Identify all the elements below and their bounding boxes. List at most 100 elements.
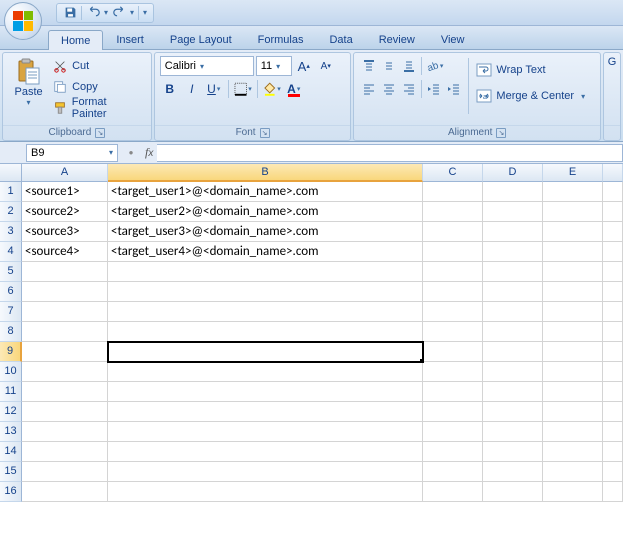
paste-dropdown-icon[interactable]: ▾ <box>27 98 31 107</box>
cell-B11[interactable] <box>108 382 423 402</box>
row-header[interactable]: 16 <box>0 482 22 502</box>
cell-A14[interactable] <box>22 442 108 462</box>
tab-review[interactable]: Review <box>366 29 428 49</box>
cell-overflow[interactable] <box>603 442 623 462</box>
redo-icon[interactable] <box>112 6 126 20</box>
cell-E2[interactable] <box>543 202 603 222</box>
fill-color-button[interactable]: ▾ <box>262 79 282 99</box>
undo-dropdown-icon[interactable]: ▾ <box>104 8 108 17</box>
row-header[interactable]: 11 <box>0 382 22 402</box>
cell-E7[interactable] <box>543 302 603 322</box>
cell-D3[interactable] <box>483 222 543 242</box>
row-header[interactable]: 9 <box>0 342 22 362</box>
cell-D16[interactable] <box>483 482 543 502</box>
cell-D8[interactable] <box>483 322 543 342</box>
cell-A16[interactable] <box>22 482 108 502</box>
row-header[interactable]: 15 <box>0 462 22 482</box>
cell-D1[interactable] <box>483 182 543 202</box>
cell-C3[interactable] <box>423 222 483 242</box>
cell-overflow[interactable] <box>603 322 623 342</box>
row-header[interactable]: 10 <box>0 362 22 382</box>
grow-font-button[interactable]: A▴ <box>294 56 314 76</box>
cell-overflow[interactable] <box>603 242 623 262</box>
cell-A8[interactable] <box>22 322 108 342</box>
align-right-button[interactable] <box>399 79 419 99</box>
align-top-button[interactable] <box>359 56 379 76</box>
cell-overflow[interactable] <box>603 482 623 502</box>
spreadsheet-grid[interactable]: A B C D E 1<source1><target_user1>@<doma… <box>0 164 623 502</box>
cell-E4[interactable] <box>543 242 603 262</box>
cell-D6[interactable] <box>483 282 543 302</box>
cell-overflow[interactable] <box>603 202 623 222</box>
cell-E5[interactable] <box>543 262 603 282</box>
tab-view[interactable]: View <box>428 29 478 49</box>
cell-E8[interactable] <box>543 322 603 342</box>
cell-A1[interactable]: <source1> <box>22 182 108 202</box>
wrap-text-button[interactable]: Wrap Text <box>473 60 588 80</box>
cut-button[interactable]: Cut <box>49 56 146 76</box>
fx-icon[interactable]: fx <box>141 145 157 160</box>
cell-overflow[interactable] <box>603 182 623 202</box>
italic-button[interactable]: I <box>182 79 202 99</box>
alignment-dialog-launcher[interactable]: ↘ <box>496 128 506 138</box>
cell-C8[interactable] <box>423 322 483 342</box>
cell-B3[interactable]: <target_user3>@<domain_name>.com <box>108 222 423 242</box>
cell-C9[interactable] <box>423 342 483 362</box>
orientation-button[interactable]: ab▾ <box>424 56 444 76</box>
decrease-indent-button[interactable] <box>424 79 444 99</box>
cell-E9[interactable] <box>543 342 603 362</box>
cell-A12[interactable] <box>22 402 108 422</box>
cell-overflow[interactable] <box>603 302 623 322</box>
cell-D7[interactable] <box>483 302 543 322</box>
col-header-overflow[interactable] <box>603 164 623 182</box>
cell-overflow[interactable] <box>603 362 623 382</box>
cell-A5[interactable] <box>22 262 108 282</box>
cell-E1[interactable] <box>543 182 603 202</box>
clipboard-dialog-launcher[interactable]: ↘ <box>95 128 105 138</box>
cell-D11[interactable] <box>483 382 543 402</box>
cell-overflow[interactable] <box>603 222 623 242</box>
cell-D12[interactable] <box>483 402 543 422</box>
col-header-d[interactable]: D <box>483 164 543 182</box>
cell-A4[interactable]: <source4> <box>22 242 108 262</box>
row-header[interactable]: 7 <box>0 302 22 322</box>
cell-B2[interactable]: <target_user2>@<domain_name>.com <box>108 202 423 222</box>
cell-D9[interactable] <box>483 342 543 362</box>
cell-overflow[interactable] <box>603 402 623 422</box>
cell-D14[interactable] <box>483 442 543 462</box>
formula-input[interactable] <box>157 144 623 162</box>
row-header[interactable]: 5 <box>0 262 22 282</box>
redo-dropdown-icon[interactable]: ▾ <box>130 8 134 17</box>
paste-button[interactable]: Paste ▾ <box>8 56 49 107</box>
cell-D13[interactable] <box>483 422 543 442</box>
cell-E3[interactable] <box>543 222 603 242</box>
cell-C12[interactable] <box>423 402 483 422</box>
cell-overflow[interactable] <box>603 342 623 362</box>
namebox-dropdown-icon[interactable]: ▾ <box>109 148 113 157</box>
tab-formulas[interactable]: Formulas <box>245 29 317 49</box>
cell-A6[interactable] <box>22 282 108 302</box>
cell-B5[interactable] <box>108 262 423 282</box>
cell-A11[interactable] <box>22 382 108 402</box>
underline-button[interactable]: U▾ <box>204 79 224 99</box>
cell-overflow[interactable] <box>603 382 623 402</box>
undo-icon[interactable] <box>86 6 100 20</box>
col-header-b[interactable]: B <box>108 164 423 182</box>
cell-C2[interactable] <box>423 202 483 222</box>
cell-E12[interactable] <box>543 402 603 422</box>
row-header[interactable]: 12 <box>0 402 22 422</box>
merge-center-button[interactable]: a Merge & Center ▾ <box>473 86 588 106</box>
row-header[interactable]: 3 <box>0 222 22 242</box>
cell-D15[interactable] <box>483 462 543 482</box>
font-color-button[interactable]: A▾ <box>284 79 304 99</box>
font-size-combo[interactable]: 11▾ <box>256 56 292 76</box>
name-box[interactable]: B9▾ <box>26 144 118 162</box>
cell-C1[interactable] <box>423 182 483 202</box>
bold-button[interactable]: B <box>160 79 180 99</box>
cell-C6[interactable] <box>423 282 483 302</box>
align-bottom-button[interactable] <box>399 56 419 76</box>
cell-C4[interactable] <box>423 242 483 262</box>
cell-E11[interactable] <box>543 382 603 402</box>
cell-C5[interactable] <box>423 262 483 282</box>
row-header[interactable]: 13 <box>0 422 22 442</box>
